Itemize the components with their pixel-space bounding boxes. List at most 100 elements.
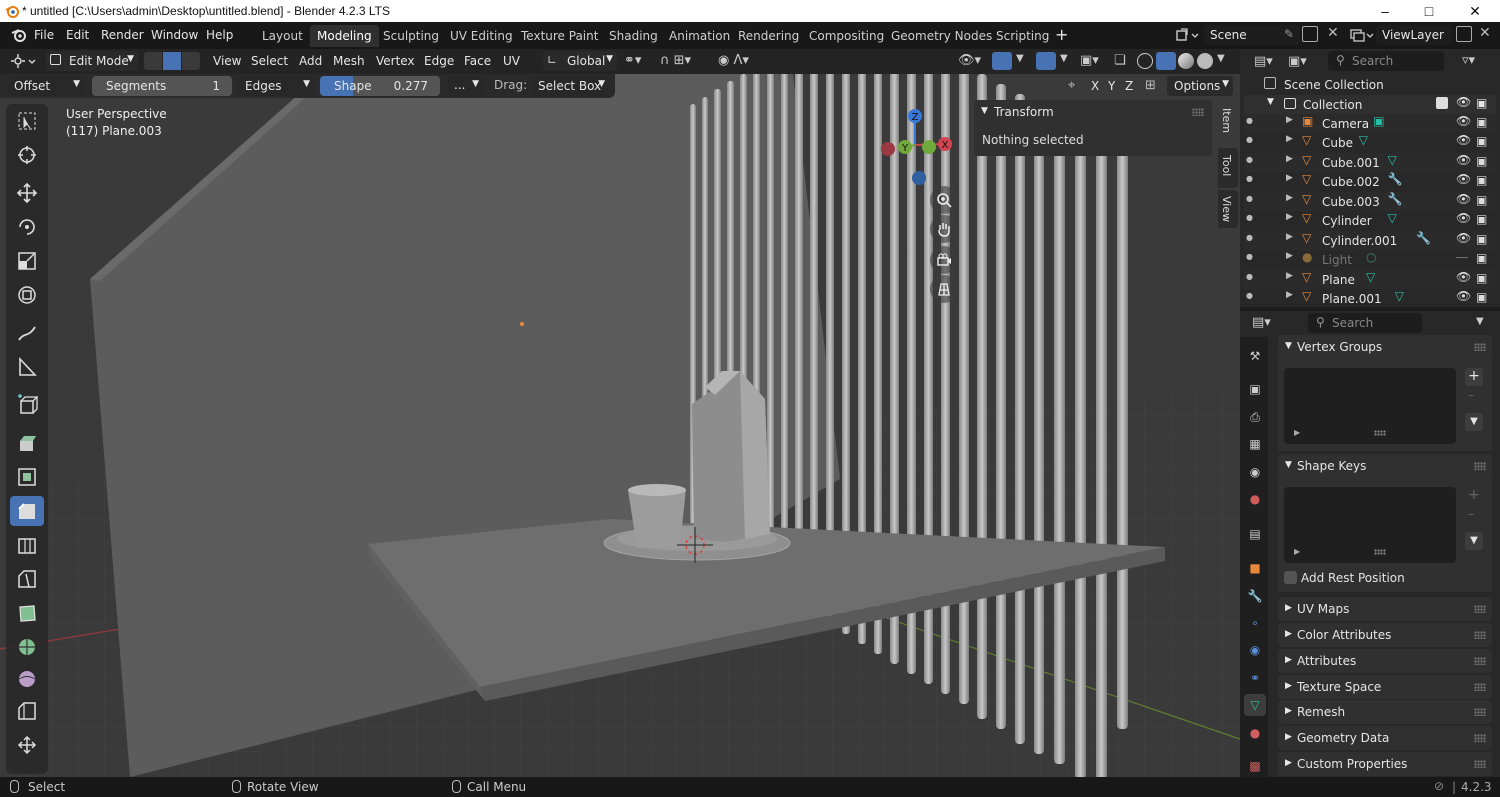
minimize-button[interactable]: – [1362,2,1408,20]
pan-hand-icon[interactable] [930,215,958,243]
add-shape-key-button[interactable]: + [1468,487,1480,503]
render-camera-icon[interactable]: ▣ [1476,271,1487,285]
add-rest-position-checkbox[interactable] [1284,571,1297,584]
menu-edge[interactable]: Edge [424,54,454,68]
proportional-edit-icon[interactable]: ◉ Λ▾ [718,53,749,68]
shrink-fatten-tool-icon[interactable] [10,730,44,760]
poly-build-tool-icon[interactable] [10,598,44,628]
edge-slide-tool-icon[interactable] [10,696,44,726]
chevron-right-icon[interactable]: ▶ [1286,173,1293,183]
snap-icon[interactable]: ∩ ⊞▾ [660,53,691,68]
tab-item[interactable]: Item [1218,100,1238,146]
scene-icon[interactable] [1176,27,1200,43]
mesh-data-icon[interactable]: ▽ [1388,153,1397,167]
shape-keys-header[interactable]: ▼ Shape Keys [1278,454,1492,478]
scale-tool-icon[interactable] [10,246,44,276]
expand-icon[interactable]: ▶ [1294,428,1300,437]
shape-key-menu-button[interactable]: ▼ [1465,532,1483,550]
eye-icon[interactable]: 👁 [1456,172,1471,186]
vertex-groups-header[interactable]: ▼ Vertex Groups [1278,335,1492,359]
scene-selector[interactable]: Scene ✎ [1204,25,1300,45]
add-workspace-icon[interactable]: + [1055,25,1068,44]
constraints-tab-icon[interactable]: ⚭ [1244,667,1266,689]
3d-viewport[interactable] [0,49,1240,777]
wrench-modifier-icon[interactable]: 🔧 [1388,172,1403,186]
resize-grip-icon[interactable] [1374,549,1386,555]
knife-tool-icon[interactable] [10,564,44,594]
wrench-modifier-icon[interactable]: 🔧 [1416,231,1431,245]
drag-grip-icon[interactable] [1474,605,1486,613]
menu-file[interactable]: File [34,28,54,42]
mesh-data-icon[interactable]: ▽ [1395,289,1404,303]
visibility-icon[interactable]: 👁▾ [958,53,981,68]
navigation-gizmo[interactable]: Z X Y [875,105,955,190]
menu-face[interactable]: Face [464,54,491,68]
edge-select-icon[interactable] [163,52,181,70]
camera-view-icon[interactable] [930,246,958,274]
bevel-tool-icon[interactable] [10,496,44,526]
eye-icon[interactable]: 👁 [1456,231,1471,245]
chevron-down-icon[interactable]: ▼ [1267,97,1274,107]
uv-maps-header[interactable]: ▶ UV Maps [1278,597,1492,621]
tab-layout[interactable]: Layout [255,25,310,47]
menu-window[interactable]: Window [151,28,198,42]
eye-icon[interactable]: 👁 [1456,270,1471,284]
new-view-layer-icon[interactable] [1456,26,1472,42]
scene-collection-label[interactable]: Scene Collection [1284,78,1384,92]
chevron-right-icon[interactable]: ▶ [1286,115,1293,125]
outliner-row-cylinder[interactable]: ● ▶ ▽ Cylinder ▽ 👁 ▣ [1244,211,1496,230]
tab-geometry-nodes[interactable]: Geometry Nodes [884,25,999,47]
resize-grip-icon[interactable] [1374,430,1386,436]
drag-grip-icon[interactable] [1474,760,1486,768]
add-cube-tool-icon[interactable] [10,390,44,420]
tab-scripting[interactable]: Scripting [989,25,1056,47]
tab-sculpting[interactable]: Sculpting [376,25,446,47]
mirror-x-toggle[interactable]: X [1091,79,1099,93]
chevron-down-icon[interactable]: ▼ [1476,316,1484,327]
world-tab-icon[interactable]: ● [1244,488,1266,510]
chevron-right-icon[interactable]: ▶ [1286,193,1293,203]
vertex-groups-list[interactable]: ▶ [1284,368,1456,444]
face-select-icon[interactable] [182,52,200,70]
shape-slider[interactable]: Shape 0.277 [320,76,440,96]
outliner-row-cylinder-001[interactable]: ● ▶ ▽ Cylinder.001 🔧 👁 ▣ [1244,231,1496,250]
drag-grip-icon[interactable] [1474,343,1486,351]
mesh-data-tab-icon[interactable]: ▽ [1244,694,1266,716]
wireframe-shading-icon[interactable] [1137,53,1153,69]
close-button[interactable]: ✕ [1452,2,1498,20]
render-camera-icon[interactable]: ▣ [1476,212,1487,226]
tab-rendering[interactable]: Rendering [731,25,806,47]
drag-grip-icon[interactable] [1474,462,1486,470]
outliner-row-cube[interactable]: ● ▶ ▽ Cube ▽ 👁 ▣ [1244,133,1496,152]
material-shading-icon[interactable] [1178,53,1194,69]
eye-icon[interactable]: 👁 [1456,289,1471,303]
outliner-row-camera[interactable]: ● ▶ ▣ Camera ▣ 👁 ▣ [1244,114,1496,133]
add-vertex-group-button[interactable]: + [1465,368,1483,386]
tab-uv-editing[interactable]: UV Editing [443,25,520,47]
wrench-modifier-icon[interactable]: 🔧 [1388,192,1403,206]
render-camera-icon[interactable]: ▣ [1476,134,1487,148]
eye-icon[interactable]: ― [1456,250,1468,264]
outliner-row-plane[interactable]: ● ▶ ▽ Plane ▽ 👁 ▣ [1244,270,1496,289]
render-camera-icon[interactable]: ▣ [1476,290,1487,304]
outliner-search-input[interactable]: ⚲ Search [1328,51,1444,71]
drag-grip-icon[interactable] [1474,708,1486,716]
collection-checkbox[interactable] [1436,97,1448,109]
collection-row[interactable]: ▼ Collection 👁 ▣ [1244,95,1496,114]
cursor-tool-icon[interactable] [10,140,44,170]
inset-tool-icon[interactable] [10,462,44,492]
smooth-tool-icon[interactable] [10,664,44,694]
pivot-icon[interactable]: ⚭▾ [624,53,641,68]
render-camera-icon[interactable]: ▣ [1476,173,1487,187]
mode-selector[interactable]: Edit Mode ▼ [46,51,138,71]
render-tab-icon[interactable]: ▣ [1244,378,1266,400]
tab-modeling[interactable]: Modeling [310,25,379,47]
shape-keys-list[interactable]: ▶ [1284,487,1456,563]
drag-select[interactable]: Select Box ▼ [531,76,609,96]
xray-icon[interactable]: ❏ [1114,53,1126,68]
offset-type-select[interactable]: Offset ▼ [8,76,84,96]
drag-grip-icon[interactable] [1474,734,1486,742]
loop-cut-tool-icon[interactable] [10,530,44,560]
mirror-icon[interactable]: ⌖ [1068,78,1075,93]
orientation-selector[interactable]: ∟ Global ▼ [543,51,617,71]
